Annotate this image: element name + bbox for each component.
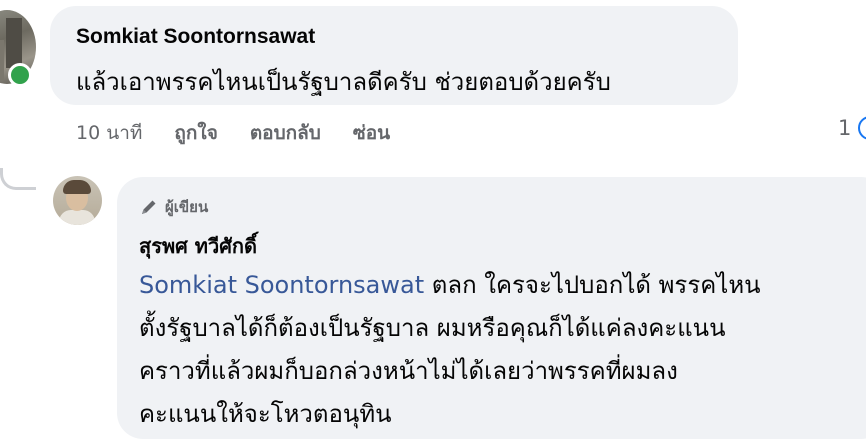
mention-link[interactable]: Somkiat Soontornsawat	[139, 271, 424, 299]
comment-timestamp[interactable]: 10 นาที	[76, 118, 142, 148]
author-badge: ผู้เขียน	[139, 195, 208, 219]
reply-thread-connector	[0, 168, 36, 190]
comment-actions: 10 นาที ถูกใจ ตอบกลับ ซ่อน	[76, 118, 390, 148]
reply-author-avatar[interactable]	[53, 176, 102, 225]
comment-bubble: Somkiat Soontornsawat แล้วเอาพรรคไหนเป็น…	[50, 6, 738, 105]
hide-button[interactable]: ซ่อน	[353, 118, 390, 148]
avatar-photo-detail	[59, 210, 95, 225]
author-badge-label: ผู้เขียน	[165, 198, 209, 216]
reply-text-line: Somkiat Soontornsawat ตลก ใครจะไปบอกได้ …	[139, 264, 866, 307]
avatar-photo-detail	[63, 180, 91, 194]
avatar-photo-detail	[0, 40, 4, 80]
like-button[interactable]: ถูกใจ	[174, 118, 217, 148]
reply-text-line: ตั้งรัฐบาลได้ก็ต้องเป็นรัฐบาล ผมหรือคุณก…	[139, 314, 726, 342]
comment-author-name[interactable]: Somkiat Soontornsawat	[76, 25, 315, 49]
reaction-count[interactable]: 1	[838, 116, 851, 140]
reaction-icon[interactable]	[858, 116, 866, 140]
reply-text-line: คราวที่แล้วผมก็บอกล่วงหน้าไม่ได้เลยว่าพร…	[139, 357, 678, 385]
avatar-photo-detail	[6, 18, 22, 68]
pencil-icon	[142, 200, 156, 214]
reply-text-line: คะแนนให้จะโหวตอนุทิน	[139, 400, 392, 428]
reply-bubble: ผู้เขียน สุรพศ ทวีศักดิ์ Somkiat Soontor…	[117, 177, 866, 439]
reply-text: Somkiat Soontornsawat ตลก ใครจะไปบอกได้ …	[139, 264, 866, 436]
comment-text: แล้วเอาพรรคไหนเป็นรัฐบาลดีครับ ช่วยตอบด้…	[76, 68, 611, 96]
reply-author-name[interactable]: สุรพศ ทวีศักดิ์	[139, 230, 257, 262]
online-status-indicator	[8, 63, 32, 87]
reply-text-segment: ตลก ใครจะไปบอกได้ พรรคไหน	[424, 271, 761, 299]
reply-button[interactable]: ตอบกลับ	[250, 118, 321, 148]
